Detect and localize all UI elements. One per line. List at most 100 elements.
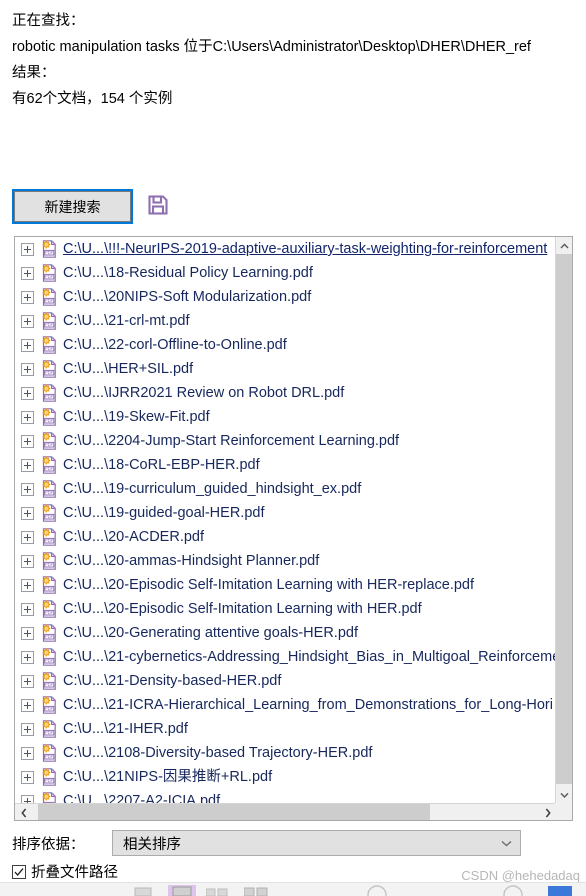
result-row-label[interactable]: C:\U...\IJRR2021 Review on Robot DRL.pdf bbox=[63, 384, 344, 402]
result-row[interactable]: PDF C:\U...\19-guided-goal-HER.pdf bbox=[15, 501, 556, 525]
sort-by-select[interactable]: 相关排序 bbox=[112, 830, 521, 856]
result-row[interactable]: PDF C:\U...\19-Skew-Fit.pdf bbox=[15, 405, 556, 429]
searching-label: 正在查找： bbox=[12, 13, 85, 29]
result-row[interactable]: PDF C:\U...\19-curriculum_guided_hindsigh… bbox=[15, 477, 556, 501]
plus-expander-icon[interactable] bbox=[21, 266, 34, 280]
result-row-label[interactable]: C:\U...\20NIPS-Soft Modularization.pdf bbox=[63, 288, 311, 306]
result-row-label[interactable]: C:\U...\21-Density-based-HER.pdf bbox=[63, 672, 281, 690]
plus-expander-icon[interactable] bbox=[21, 770, 34, 784]
result-row[interactable]: PDF C:\U...\HER+SIL.pdf bbox=[15, 357, 556, 381]
plus-expander-icon[interactable] bbox=[21, 578, 34, 592]
result-row[interactable]: PDF C:\U...\21-IHER.pdf bbox=[15, 717, 556, 741]
plus-expander-icon[interactable] bbox=[21, 554, 34, 568]
scroll-up-button[interactable] bbox=[556, 237, 572, 254]
checkbox-box[interactable] bbox=[12, 864, 26, 879]
result-row-label[interactable]: C:\U...\2207-A2-ICIA.pdf bbox=[63, 792, 220, 803]
plus-expander-icon[interactable] bbox=[21, 410, 34, 424]
result-row[interactable]: PDF C:\U...\IJRR2021 Review on Robot DRL.… bbox=[15, 381, 556, 405]
plus-expander-icon[interactable] bbox=[21, 794, 34, 803]
plus-expander-icon[interactable] bbox=[21, 458, 34, 472]
result-row[interactable]: PDF C:\U...\20-Episodic Self-Imitation Le… bbox=[15, 597, 556, 621]
result-row-label[interactable]: C:\U...\2108-Diversity-based Trajectory-… bbox=[63, 744, 372, 762]
result-row-label[interactable]: C:\U...\21-cybernetics-Addressing_Hindsi… bbox=[63, 648, 556, 666]
svg-text:PDF: PDF bbox=[45, 322, 54, 327]
result-row[interactable]: PDF C:\U...\22-corl-Offline-to-Online.pdf bbox=[15, 333, 556, 357]
result-row[interactable]: PDF C:\U...\!!!-NeurIPS-2019-adaptive-aux… bbox=[15, 237, 556, 261]
svg-text:PDF: PDF bbox=[45, 706, 54, 711]
result-row-label[interactable]: C:\U...\21NIPS-因果推断+RL.pdf bbox=[63, 768, 272, 786]
scroll-left-button[interactable] bbox=[15, 804, 32, 820]
vertical-scrollbar[interactable] bbox=[555, 237, 572, 803]
plus-expander-icon[interactable] bbox=[21, 338, 34, 352]
result-row[interactable]: PDF C:\U...\21-ICRA-Hierarchical_Learning… bbox=[15, 693, 556, 717]
result-row[interactable]: PDF C:\U...\18-CoRL-EBP-HER.pdf bbox=[15, 453, 556, 477]
scroll-down-button[interactable] bbox=[556, 786, 572, 803]
result-row-label[interactable]: C:\U...\19-Skew-Fit.pdf bbox=[63, 408, 210, 426]
plus-expander-icon[interactable] bbox=[21, 602, 34, 616]
plus-expander-icon[interactable] bbox=[21, 530, 34, 544]
result-row[interactable]: PDF C:\U...\20-ACDER.pdf bbox=[15, 525, 556, 549]
pdf-file-icon: PDF bbox=[42, 408, 56, 426]
plus-expander-icon[interactable] bbox=[21, 434, 34, 448]
vertical-scrollbar-thumb[interactable] bbox=[556, 254, 572, 784]
result-row-label[interactable]: C:\U...\20-Generating attentive goals-HE… bbox=[63, 624, 358, 642]
result-row-label[interactable]: C:\U...\20-Episodic Self-Imitation Learn… bbox=[63, 600, 422, 618]
plus-expander-icon[interactable] bbox=[21, 386, 34, 400]
result-row-label[interactable]: C:\U...\20-ammas-Hindsight Planner.pdf bbox=[63, 552, 319, 570]
plus-expander-icon[interactable] bbox=[21, 482, 34, 496]
result-row[interactable]: PDF C:\U...\2108-Diversity-based Trajecto… bbox=[15, 741, 556, 765]
result-row[interactable]: PDF C:\U...\18-Residual Policy Learning.p… bbox=[15, 261, 556, 285]
plus-expander-icon[interactable] bbox=[21, 722, 34, 736]
svg-text:PDF: PDF bbox=[45, 562, 54, 567]
chevron-down-icon bbox=[501, 840, 512, 847]
result-row-label[interactable]: C:\U...\19-guided-goal-HER.pdf bbox=[63, 504, 265, 522]
collapse-file-paths-label: 折叠文件路径 bbox=[31, 865, 118, 881]
result-row[interactable]: PDF C:\U...\20-ammas-Hindsight Planner.pd… bbox=[15, 549, 556, 573]
new-search-button[interactable]: 新建搜索 bbox=[12, 189, 133, 224]
horizontal-scrollbar-thumb[interactable] bbox=[38, 804, 430, 820]
result-row-label[interactable]: C:\U...\21-ICRA-Hierarchical_Learning_fr… bbox=[63, 696, 553, 714]
plus-expander-icon[interactable] bbox=[21, 746, 34, 760]
plus-expander-icon[interactable] bbox=[21, 290, 34, 304]
plus-expander-icon[interactable] bbox=[21, 650, 34, 664]
result-row[interactable]: PDF C:\U...\20NIPS-Soft Modularization.pd… bbox=[15, 285, 556, 309]
result-row-label[interactable]: C:\U...\22-corl-Offline-to-Online.pdf bbox=[63, 336, 287, 354]
plus-expander-icon[interactable] bbox=[21, 626, 34, 640]
result-row-label[interactable]: C:\U...\18-Residual Policy Learning.pdf bbox=[63, 264, 313, 282]
pdf-file-icon: PDF bbox=[42, 768, 56, 786]
pdf-file-icon: PDF bbox=[42, 744, 56, 762]
result-row-label[interactable]: C:\U...\21-crl-mt.pdf bbox=[63, 312, 190, 330]
result-row-label[interactable]: C:\U...\2204-Jump-Start Reinforcement Le… bbox=[63, 432, 399, 450]
result-row-label[interactable]: C:\U...\!!!-NeurIPS-2019-adaptive-auxili… bbox=[63, 240, 547, 258]
plus-expander-icon[interactable] bbox=[21, 506, 34, 520]
taskbar-app-icon-3 bbox=[206, 888, 228, 896]
result-row-label[interactable]: C:\U...\20-Episodic Self-Imitation Learn… bbox=[63, 576, 474, 594]
horizontal-scrollbar[interactable] bbox=[15, 803, 556, 820]
plus-expander-icon[interactable] bbox=[21, 698, 34, 712]
result-row-label[interactable]: C:\U...\18-CoRL-EBP-HER.pdf bbox=[63, 456, 260, 474]
result-row-label[interactable]: C:\U...\20-ACDER.pdf bbox=[63, 528, 204, 546]
plus-expander-icon[interactable] bbox=[21, 314, 34, 328]
result-row[interactable]: PDF C:\U...\21NIPS-因果推断+RL.pdf bbox=[15, 765, 556, 789]
action-row: 新建搜索 bbox=[12, 189, 171, 224]
plus-expander-icon[interactable] bbox=[21, 362, 34, 376]
scroll-right-button[interactable] bbox=[539, 804, 556, 820]
collapse-file-paths-checkbox[interactable]: 折叠文件路径 bbox=[12, 861, 118, 882]
save-search-button[interactable] bbox=[145, 194, 171, 220]
svg-text:PDF: PDF bbox=[45, 466, 54, 471]
pdf-file-icon: PDF bbox=[42, 792, 56, 803]
result-row[interactable]: PDF C:\U...\20-Generating attentive goals… bbox=[15, 621, 556, 645]
result-row[interactable]: PDF C:\U...\21-crl-mt.pdf bbox=[15, 309, 556, 333]
result-row-label[interactable]: C:\U...\21-IHER.pdf bbox=[63, 720, 188, 738]
plus-expander-icon[interactable] bbox=[21, 674, 34, 688]
result-row[interactable]: PDF C:\U...\21-Density-based-HER.pdf bbox=[15, 669, 556, 693]
plus-expander-icon[interactable] bbox=[21, 242, 34, 256]
result-row[interactable]: PDF C:\U...\2204-Jump-Start Reinforcement… bbox=[15, 429, 556, 453]
result-row-label[interactable]: C:\U...\19-curriculum_guided_hindsight_e… bbox=[63, 480, 361, 498]
result-row[interactable]: PDF C:\U...\2207-A2-ICIA.pdf bbox=[15, 789, 556, 803]
taskbar-app-icon-2 bbox=[168, 885, 196, 896]
result-row-label[interactable]: C:\U...\HER+SIL.pdf bbox=[63, 360, 193, 378]
result-row[interactable]: PDF C:\U...\20-Episodic Self-Imitation Le… bbox=[15, 573, 556, 597]
taskbar-circle-icon-2 bbox=[503, 885, 523, 896]
result-row[interactable]: PDF C:\U...\21-cybernetics-Addressing_Hin… bbox=[15, 645, 556, 669]
